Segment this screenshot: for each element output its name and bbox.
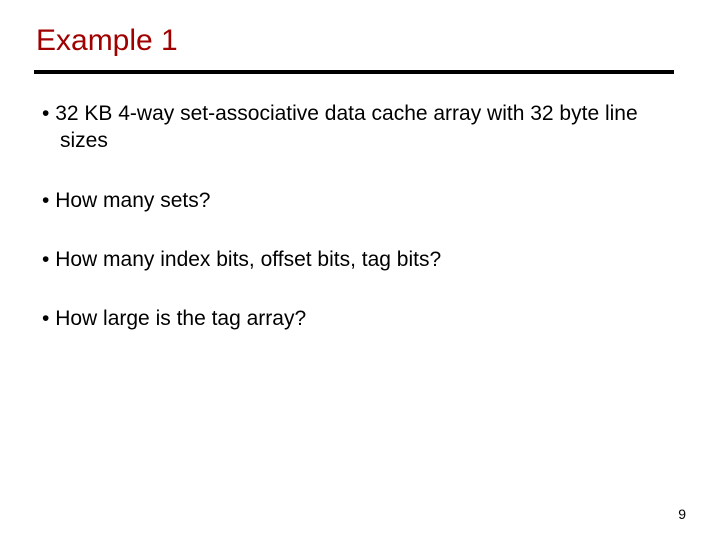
slide: Example 1 32 KB 4-way set-associative da… (0, 0, 720, 540)
page-number: 9 (678, 506, 686, 522)
title-divider (34, 70, 674, 74)
slide-title: Example 1 (34, 24, 686, 58)
bullet-item: How large is the tag array? (42, 305, 686, 332)
bullet-item: 32 KB 4-way set-associative data cache a… (42, 100, 686, 155)
bullet-list: 32 KB 4-way set-associative data cache a… (34, 100, 686, 332)
bullet-item: How many sets? (42, 187, 686, 214)
bullet-item: How many index bits, offset bits, tag bi… (42, 246, 686, 273)
